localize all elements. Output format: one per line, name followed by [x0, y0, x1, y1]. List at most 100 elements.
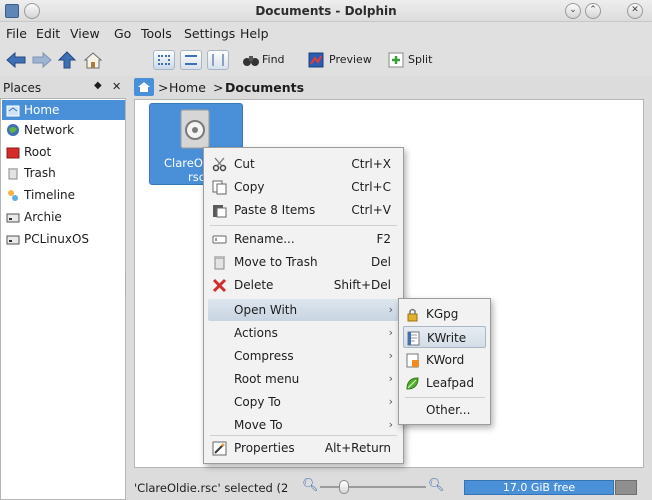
menu-item-rename-shortcut: F2 — [376, 232, 391, 246]
menu-separator — [210, 435, 397, 436]
submenu-item-leafpad[interactable]: Leafpad — [403, 372, 486, 394]
zoom-slider[interactable] — [320, 480, 426, 494]
menu-item-cut-label: Cut — [234, 157, 255, 171]
submenu-item-other[interactable]: Other... — [403, 399, 486, 421]
submenu-arrow-icon: › — [388, 395, 393, 408]
submenu-item-kgpg[interactable]: KGpg — [403, 303, 486, 325]
maximize-button[interactable]: ⌃ — [585, 3, 601, 19]
menu-item-copy-to-label: Copy To — [234, 395, 281, 409]
breadcrumb: > Home > Documents — [134, 78, 644, 98]
details-view-icon — [185, 55, 197, 65]
menu-item-copy-label: Copy — [234, 180, 265, 194]
lock-icon — [407, 308, 418, 322]
menu-item-actions-label: Actions — [234, 326, 278, 340]
menu-item-rename[interactable]: Rename... F2 — [208, 228, 399, 250]
drive-icon — [6, 213, 20, 223]
places-panel: Home Network Root Trash Timeline Archie … — [0, 98, 126, 500]
properties-icon — [212, 441, 227, 456]
submenu-item-kwrite[interactable]: KWrite — [403, 326, 486, 348]
menu-edit[interactable]: Edit — [36, 26, 60, 41]
places-title: Places — [3, 81, 42, 95]
place-pclinuxos[interactable]: PCLinuxOS — [2, 229, 125, 249]
submenu-item-kwrite-label: KWrite — [427, 331, 467, 345]
context-menu: Cut Ctrl+X Copy Ctrl+C Paste 8 Items Ctr… — [203, 147, 404, 464]
close-button[interactable]: ✕ — [627, 3, 643, 19]
breadcrumb-current[interactable]: Documents — [225, 80, 304, 95]
menu-item-paste-shortcut: Ctrl+V — [351, 203, 391, 217]
breadcrumb-home[interactable]: Home — [169, 80, 206, 95]
submenu-item-kword[interactable]: KWord — [403, 349, 486, 371]
forward-icon[interactable] — [32, 51, 52, 69]
drive-icon — [6, 235, 20, 245]
up-icon[interactable] — [57, 51, 77, 69]
menu-item-delete-shortcut: Shift+Del — [333, 278, 391, 292]
free-space-bar: 17.0 GiB free — [464, 480, 614, 495]
find-button[interactable]: Find — [240, 50, 298, 70]
place-home[interactable]: Home — [2, 100, 125, 120]
breadcrumb-home-button[interactable] — [134, 78, 154, 96]
columns-view-button[interactable] — [207, 50, 229, 70]
menu-item-paste-label: Paste 8 Items — [234, 203, 316, 217]
place-pclinuxos-label: PCLinuxOS — [24, 232, 90, 246]
menu-settings[interactable]: Settings — [184, 26, 235, 41]
menu-item-open-with[interactable]: Open With › — [208, 299, 399, 321]
menu-item-copy-to[interactable]: Copy To › — [208, 391, 399, 413]
close-panel-icon[interactable]: ✕ — [112, 80, 121, 93]
menu-item-delete[interactable]: Delete Shift+Del — [208, 274, 399, 296]
menu-tools[interactable]: Tools — [141, 26, 172, 41]
menu-item-paste[interactable]: Paste 8 Items Ctrl+V — [208, 199, 399, 221]
zoom-in-icon[interactable]: 🔍︎ — [428, 478, 445, 493]
menu-item-rename-label: Rename... — [234, 232, 295, 246]
menu-item-actions[interactable]: Actions › — [208, 322, 399, 344]
zoom-slider-handle[interactable] — [339, 480, 349, 494]
window-title: Documents - Dolphin — [255, 4, 397, 18]
home-icon[interactable] — [83, 51, 103, 69]
menu-item-copy-shortcut: Ctrl+C — [351, 180, 391, 194]
preview-button[interactable]: Preview — [306, 50, 378, 70]
preview-label: Preview — [329, 53, 372, 66]
menu-go[interactable]: Go — [114, 26, 131, 41]
minimize-button[interactable]: ⌄ — [565, 3, 581, 19]
place-archie-label: Archie — [24, 210, 62, 224]
trash-icon — [8, 168, 18, 180]
submenu-item-leafpad-label: Leafpad — [426, 376, 475, 390]
menu-view[interactable]: View — [70, 26, 100, 41]
place-network[interactable]: Network — [2, 120, 125, 140]
menu-item-root-menu-label: Root menu — [234, 372, 300, 386]
icons-view-button[interactable] — [153, 50, 175, 70]
zoom-out-icon[interactable]: 🔍︎ — [302, 478, 319, 493]
menu-item-compress[interactable]: Compress › — [208, 345, 399, 367]
details-view-button[interactable] — [180, 50, 202, 70]
submenu-item-kword-label: KWord — [426, 353, 465, 367]
zoom-slider-track — [320, 486, 426, 488]
back-icon[interactable] — [6, 51, 26, 69]
toolbar: Find Preview Split — [0, 44, 652, 76]
float-panel-icon[interactable]: ◆ — [94, 80, 102, 91]
menu-bar: File Edit View Go Tools Settings Help — [0, 22, 652, 44]
kwrite-icon — [407, 331, 420, 346]
leafpad-icon — [406, 377, 419, 390]
place-archie[interactable]: Archie — [2, 207, 125, 227]
submenu-item-other-label: Other... — [426, 403, 471, 417]
menu-item-move-to[interactable]: Move To › — [208, 414, 399, 436]
place-root-label: Root — [24, 145, 52, 159]
open-with-submenu: KGpg KWrite KWord Leafpad Other... — [398, 298, 491, 425]
place-root[interactable]: Root — [2, 142, 125, 162]
place-timeline[interactable]: Timeline — [2, 185, 125, 205]
file-name-line1: ClareO — [164, 156, 203, 170]
menu-help[interactable]: Help — [240, 26, 269, 41]
scissors-icon — [212, 157, 227, 172]
menu-item-properties[interactable]: Properties Alt+Return — [208, 437, 399, 459]
split-button[interactable]: Split — [386, 50, 442, 70]
place-trash[interactable]: Trash — [2, 163, 125, 183]
menu-file[interactable]: File — [6, 26, 27, 41]
network-icon — [7, 124, 19, 136]
paste-icon — [213, 205, 227, 218]
panel-splitter[interactable] — [125, 274, 128, 294]
menu-item-move-to-trash[interactable]: Move to Trash Del — [208, 251, 399, 273]
free-space-remaining — [615, 480, 637, 495]
menu-item-root-menu[interactable]: Root menu › — [208, 368, 399, 390]
submenu-arrow-icon: › — [388, 372, 393, 385]
menu-item-cut[interactable]: Cut Ctrl+X — [208, 153, 399, 175]
menu-item-copy[interactable]: Copy Ctrl+C — [208, 176, 399, 198]
